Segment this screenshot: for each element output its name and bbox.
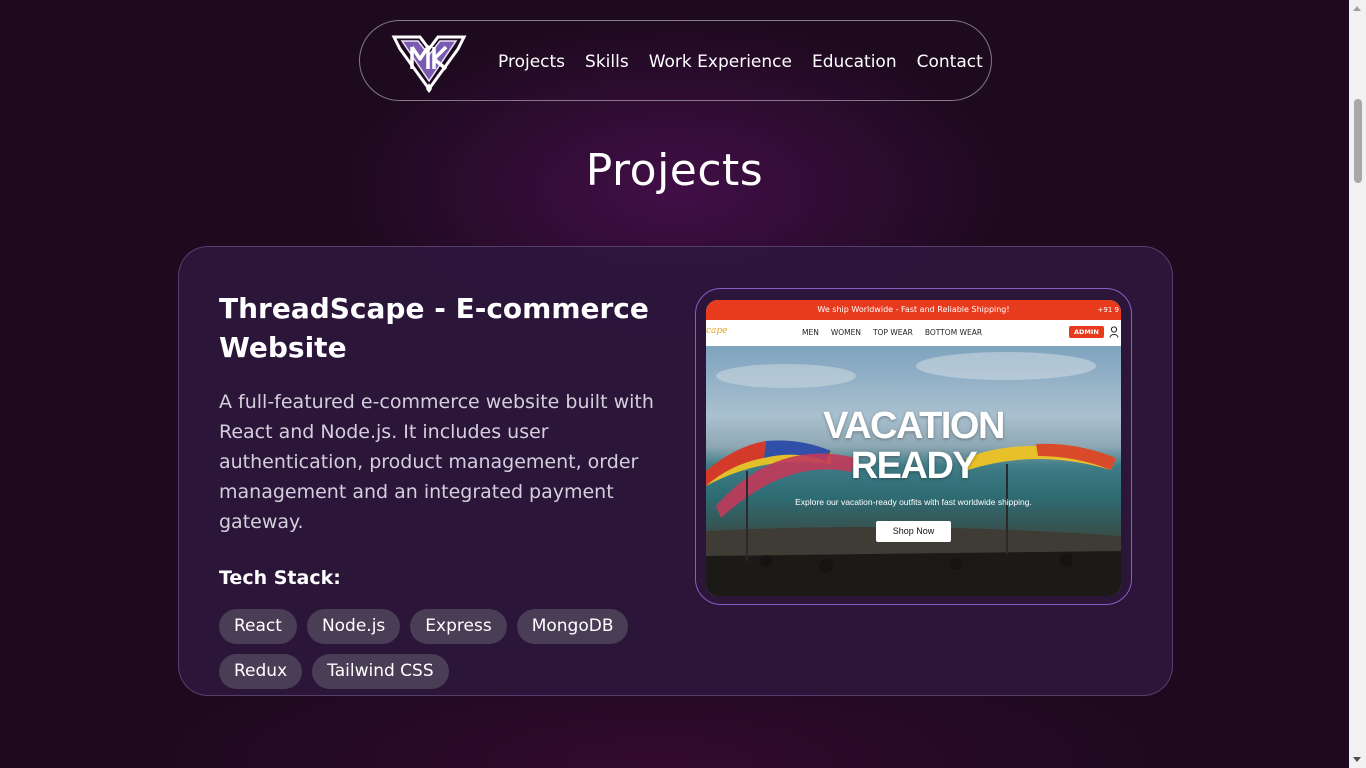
preview-banner-phone: +91 9 (1097, 306, 1119, 314)
preview-menu-item: MEN (802, 328, 819, 337)
preview-screenshot: We ship Worldwide - Fast and Reliable Sh… (706, 300, 1121, 596)
preview-hero-title: VACATION READY (706, 406, 1121, 486)
nav-link-education[interactable]: Education (812, 52, 897, 72)
tech-tag: MongoDB (516, 609, 629, 644)
scroll-up-arrow-icon[interactable] (1353, 6, 1361, 11)
nav-link-projects[interactable]: Projects (498, 52, 565, 72)
tech-tag: React (219, 609, 297, 644)
preview-admin-badge: ADMIN (1069, 326, 1104, 338)
preview-banner-text: We ship Worldwide - Fast and Reliable Sh… (817, 305, 1010, 314)
user-icon (1109, 326, 1119, 338)
preview-shop-now-button: Shop Now (876, 521, 951, 542)
preview-brand: cape (706, 326, 728, 336)
nav-links: Projects Skills Work Experience Educatio… (498, 21, 983, 102)
project-description: A full-featured e-commerce website built… (219, 391, 654, 533)
top-navbar: Projects Skills Work Experience Educatio… (359, 20, 992, 101)
project-card: ThreadScape - E-commerce Website A full-… (178, 246, 1173, 696)
preview-menu-item: WOMEN (830, 328, 861, 337)
preview-hero: VACATION READY Explore our vacation-read… (706, 346, 1121, 596)
tech-tag: Redux (219, 654, 303, 689)
mk-logo-icon[interactable] (390, 27, 468, 95)
scroll-down-arrow-icon[interactable] (1353, 757, 1361, 762)
preview-menu: MEN WOMEN TOP WEAR BOTTOM WEAR (802, 328, 982, 337)
tech-tag: Express (410, 609, 507, 644)
nav-link-contact[interactable]: Contact (917, 52, 983, 72)
tech-stack-tags: React Node.js Express MongoDB Redux Tail… (219, 609, 659, 689)
vertical-scrollbar[interactable] (1349, 0, 1366, 768)
scrollbar-thumb[interactable] (1354, 99, 1362, 183)
nav-link-work-experience[interactable]: Work Experience (649, 52, 792, 72)
preview-navbar: cape MEN WOMEN TOP WEAR BOTTOM WEAR ADMI… (706, 320, 1121, 346)
preview-hero-subtitle: Explore our vacation-ready outfits with … (795, 497, 1032, 507)
preview-menu-item: TOP WEAR (872, 328, 913, 337)
tech-tag: Tailwind CSS (312, 654, 449, 689)
preview-hero-title-line2: READY (850, 445, 978, 487)
project-title: ThreadScape - E-commerce Website (219, 292, 649, 364)
preview-shipping-banner: We ship Worldwide - Fast and Reliable Sh… (706, 300, 1121, 320)
preview-hero-title-line1: VACATION (823, 405, 1005, 447)
page-title: Projects (585, 145, 764, 196)
nav-link-skills[interactable]: Skills (585, 52, 629, 72)
project-preview-image[interactable]: We ship Worldwide - Fast and Reliable Sh… (695, 288, 1132, 605)
preview-menu-item: BOTTOM WEAR (924, 328, 983, 337)
page: Projects Skills Work Experience Educatio… (0, 0, 1349, 768)
tech-stack-label: Tech Stack: (219, 567, 341, 589)
tech-tag: Node.js (306, 609, 401, 644)
